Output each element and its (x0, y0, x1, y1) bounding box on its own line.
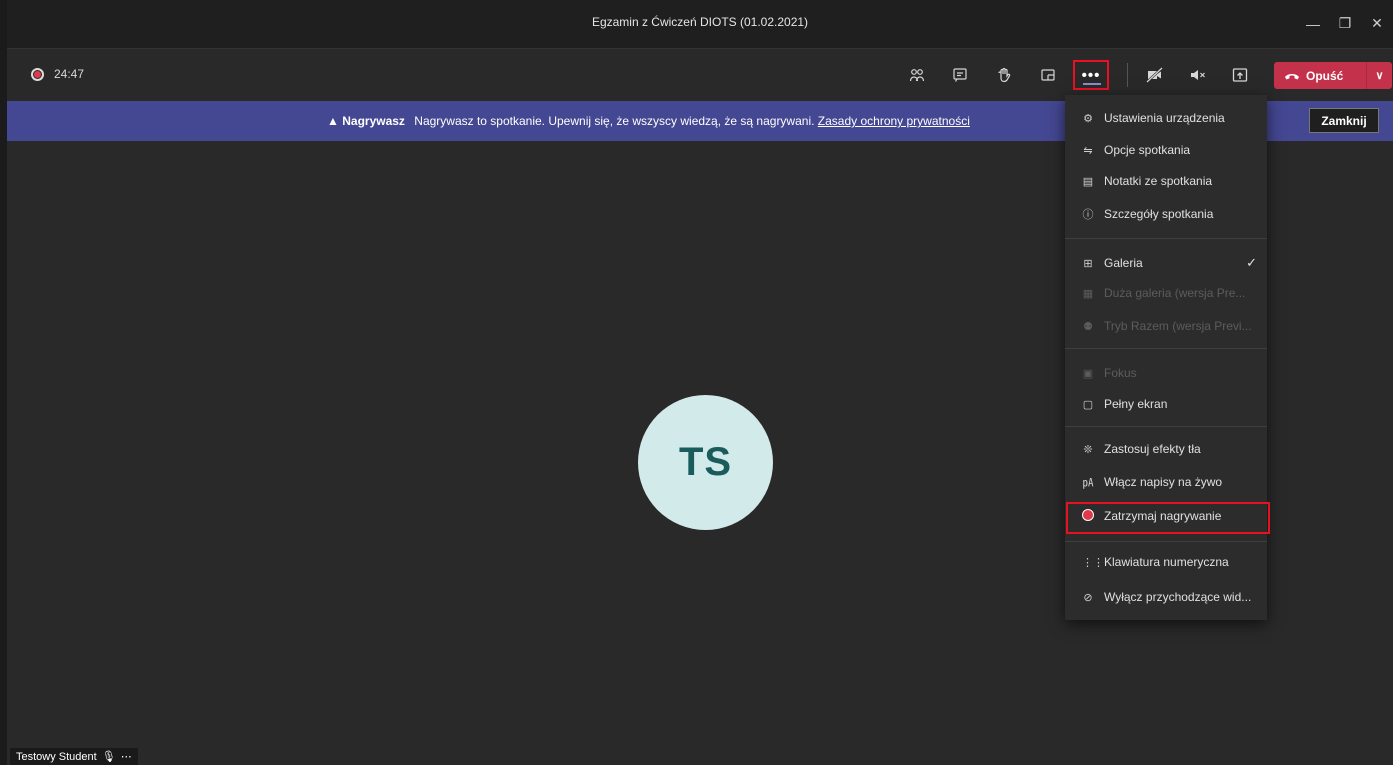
raise-hand-button[interactable] (991, 63, 1017, 87)
rooms-icon (1041, 69, 1055, 81)
window-title: Egzamin z Ćwiczeń DIOTS (01.02.2021) (591, 15, 809, 29)
menu-item-gallery[interactable]: ⊞ Galeria ✓ (1065, 248, 1267, 278)
participant-more-icon[interactable]: ⋯ (121, 750, 132, 763)
more-icon: ••• (1081, 66, 1101, 84)
menu-item-meeting-details[interactable]: ⓘ Szczegóły spotkania (1065, 199, 1267, 229)
menu-item-device-settings[interactable]: ⚙ Ustawienia urządzenia (1065, 103, 1267, 133)
meeting-timer: 24:47 (54, 67, 85, 81)
banner-title: Nagrywasz (342, 114, 405, 128)
highlight-box (1066, 502, 1270, 534)
menu-item-label: Wyłącz przychodzące wid... (1104, 590, 1252, 604)
chat-button[interactable] (947, 63, 973, 87)
active-underline (1083, 83, 1101, 85)
more-actions-menu: ⚙ Ustawienia urządzenia ⇋ Opcje spotkani… (1065, 95, 1267, 620)
menu-item-incoming-video-off[interactable]: ⊘ Wyłącz przychodzące wid... (1065, 582, 1267, 612)
share-button[interactable] (1227, 63, 1253, 87)
camera-toggle-button[interactable] (1142, 63, 1168, 87)
mic-off-icon: 🎙︎ (101, 751, 116, 763)
people-icon (909, 69, 925, 82)
record-icon (31, 67, 44, 81)
privacy-link[interactable]: Zasady ochrony prywatności (818, 114, 970, 128)
grid-icon: ⊞ (1083, 257, 1093, 270)
menu-item-meeting-notes[interactable]: ▤ Notatki ze spotkania (1065, 166, 1267, 196)
menu-item-label: Ustawienia urządzenia (1104, 111, 1225, 125)
menu-item-label: Pełny ekran (1104, 397, 1168, 411)
checkmark-icon: ✓ (1246, 255, 1257, 270)
more-actions-button[interactable]: ••• (1073, 60, 1109, 90)
menu-item-large-gallery: ▦ Duża galeria (wersja Pre... (1065, 278, 1267, 308)
together-icon: ⚉ (1083, 320, 1093, 333)
gear-icon: ⚙ (1083, 112, 1093, 125)
camera-off-icon (1146, 67, 1163, 83)
large-grid-icon: ▦ (1082, 287, 1094, 300)
recording-indicator: 24:47 (31, 67, 84, 81)
menu-item-label: Klawiatura numeryczna (1104, 555, 1229, 569)
background-icon: ❊ (1083, 443, 1093, 456)
participant-name: Testowy Student (16, 750, 97, 763)
notes-icon: ▤ (1082, 175, 1094, 188)
chat-icon (953, 68, 967, 82)
menu-divider (1065, 348, 1267, 349)
options-icon: ⇋ (1083, 144, 1093, 157)
leave-label: Opuść (1306, 68, 1344, 83)
title-bar: Egzamin z Ćwiczeń DIOTS (01.02.2021) — ❐… (7, 0, 1393, 47)
banner-message: ▲ Nagrywasz Nagrywasz to spotkanie. Upew… (327, 114, 970, 128)
menu-item-focus: ▣ Fokus (1065, 358, 1267, 388)
menu-item-label: Tryb Razem (wersja Previ... (1104, 319, 1252, 333)
menu-item-label: Duża galeria (wersja Pre... (1104, 286, 1246, 300)
avatar: TS (638, 395, 773, 530)
menu-divider (1065, 238, 1267, 239)
menu-item-label: Włącz napisy na żywo (1104, 475, 1223, 489)
menu-item-fullscreen[interactable]: ▢ Pełny ekran (1065, 389, 1267, 419)
toolbar-divider (1127, 63, 1128, 87)
captions-icon: ㎀ (1082, 477, 1094, 489)
participant-nametag: Testowy Student 🎙︎ ⋯ (10, 748, 138, 765)
breakout-button[interactable] (1035, 63, 1061, 87)
warning-icon: ▲ (327, 114, 339, 128)
menu-item-label: Galeria (1104, 256, 1143, 270)
menu-item-live-captions[interactable]: ㎀ Włącz napisy na żywo (1065, 467, 1267, 497)
menu-item-background-effects[interactable]: ❊ Zastosuj efekty tła (1065, 434, 1267, 464)
menu-item-together-mode: ⚉ Tryb Razem (wersja Previ... (1065, 311, 1267, 341)
fullscreen-icon: ▢ (1082, 398, 1094, 411)
chevron-down-icon[interactable]: ∨ (1367, 69, 1392, 82)
menu-item-label: Szczegóły spotkania (1104, 207, 1214, 221)
meeting-toolbar: 24:47 ••• Opuść ∨ (7, 48, 1393, 101)
menu-divider (1065, 541, 1267, 542)
close-window-button[interactable]: ✕ (1361, 0, 1393, 47)
menu-item-label: Fokus (1104, 366, 1137, 380)
focus-icon: ▣ (1082, 367, 1094, 380)
maximize-button[interactable]: ❐ (1329, 0, 1361, 47)
share-screen-icon (1232, 68, 1248, 82)
info-icon: ⓘ (1082, 209, 1094, 221)
menu-item-label: Notatki ze spotkania (1104, 174, 1213, 188)
mic-toggle-button[interactable] (1185, 63, 1211, 87)
menu-item-label: Zastosuj efekty tła (1104, 442, 1201, 456)
minimize-button[interactable]: — (1297, 0, 1329, 47)
dialpad-icon: ⋮⋮ (1082, 556, 1104, 569)
window-controls: — ❐ ✕ (1297, 0, 1393, 47)
hand-icon (998, 67, 1011, 83)
menu-item-label: Opcje spotkania (1104, 143, 1191, 157)
window-frame (0, 0, 7, 765)
hang-up-icon (1285, 73, 1299, 79)
video-off-icon: ⊘ (1083, 591, 1093, 604)
leave-button[interactable]: Opuść ∨ (1274, 62, 1392, 89)
participants-button[interactable] (904, 63, 930, 87)
banner-text: Nagrywasz to spotkanie. Upewnij się, że … (414, 114, 815, 128)
menu-item-dialpad[interactable]: ⋮⋮ Klawiatura numeryczna (1065, 547, 1267, 577)
speaker-muted-icon (1191, 70, 1205, 80)
dismiss-button[interactable]: Zamknij (1309, 108, 1379, 133)
menu-divider (1065, 426, 1267, 427)
menu-item-meeting-options[interactable]: ⇋ Opcje spotkania (1065, 135, 1267, 165)
leave-main[interactable]: Opuść (1274, 69, 1366, 83)
